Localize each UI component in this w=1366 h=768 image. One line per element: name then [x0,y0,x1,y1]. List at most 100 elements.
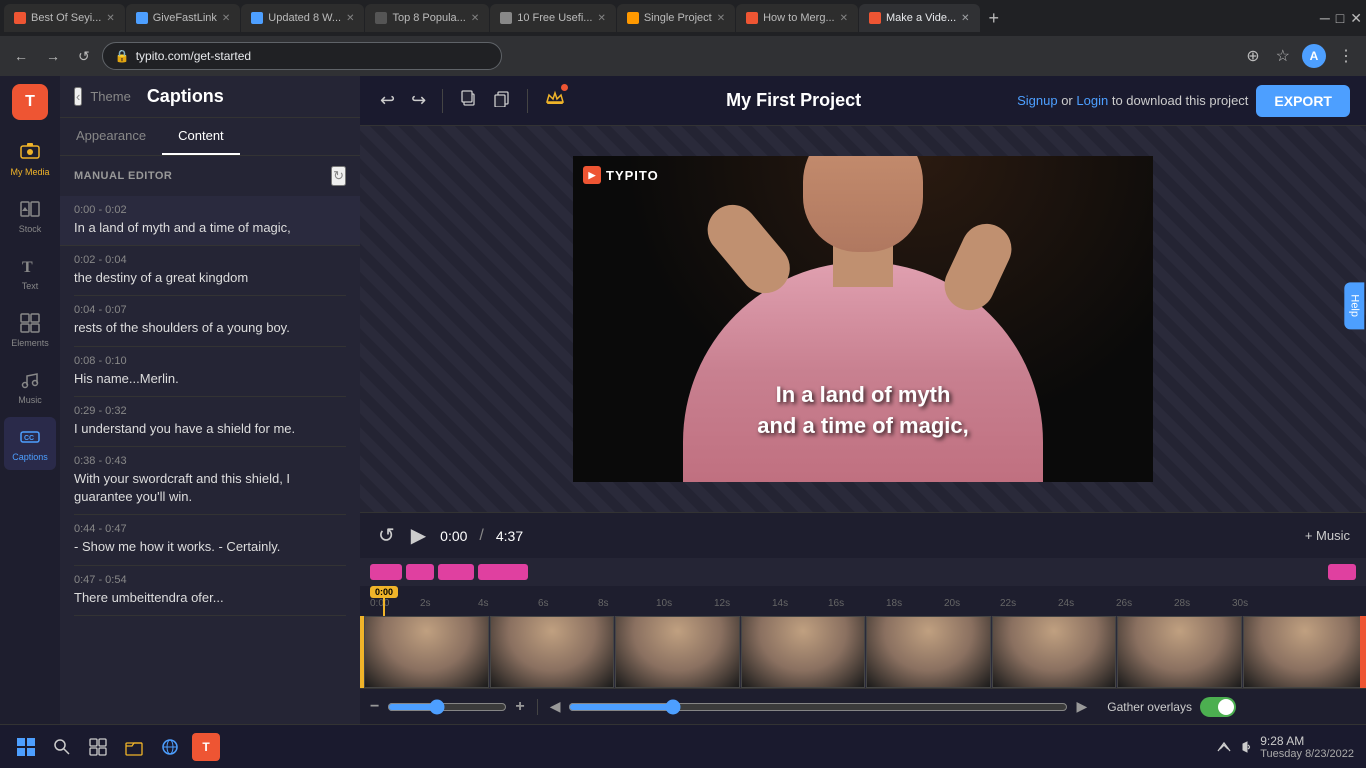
tab-close-3[interactable]: ✕ [346,13,354,24]
gather-overlays-toggle[interactable] [1200,697,1236,717]
tab-appearance[interactable]: Appearance [60,118,162,155]
tab-4[interactable]: Top 8 Popula... ✕ [365,4,489,32]
thumb-1[interactable] [364,616,489,688]
restart-button[interactable]: ↺ [376,521,397,550]
back-to-theme-button[interactable]: ‹ [74,87,82,106]
sidebar-item-stock[interactable]: Stock [4,189,56,242]
thumb-3[interactable] [615,616,740,688]
minimize-button[interactable]: ─ [1320,10,1330,27]
clip-bar-2[interactable] [406,564,434,580]
thumb-5[interactable] [866,616,991,688]
thumb-7[interactable] [1117,616,1242,688]
tab-close-4[interactable]: ✕ [471,13,479,24]
menu-button[interactable]: ⋮ [1334,44,1358,68]
tab-close-8[interactable]: ✕ [961,13,969,24]
app-logo[interactable]: T [12,84,48,120]
sidebar-item-music[interactable]: Music [4,360,56,413]
thumb-6[interactable] [992,616,1117,688]
sidebar-item-elements[interactable]: Elements [4,303,56,356]
clip-bar-4[interactable] [478,564,528,580]
login-link[interactable]: Login [1076,93,1108,108]
time-marker-26s: 26s [1116,598,1132,609]
caption-item-5[interactable]: 0:38 - 0:43 With your swordcraft and thi… [74,447,346,515]
tab-close-1[interactable]: ✕ [106,13,114,24]
help-tab[interactable]: Help [1345,282,1365,329]
timeline-clips-row [360,558,1366,586]
caption-item-2[interactable]: 0:04 - 0:07 rests of the shoulders of a … [74,296,346,346]
profile-button[interactable]: A [1302,44,1326,68]
nav-bar: ← → ↺ 🔒 typito.com/get-started ⊕ ☆ A ⋮ [0,36,1366,76]
extensions-button[interactable]: ⊕ [1242,44,1263,68]
caption-item-7[interactable]: 0:47 - 0:54 There umbeittendra ofer... [74,566,346,616]
explorer-taskbar-button[interactable] [120,733,148,761]
clip-bar-3[interactable] [438,564,474,580]
toolbar-separator-2 [527,89,528,113]
tab-1[interactable]: Best Of Seyi... ✕ [4,4,125,32]
caption-item-3[interactable]: 0:08 - 0:10 His name...Merlin. [74,347,346,397]
caption-item-0[interactable]: 0:00 - 0:02 In a land of myth and a time… [60,196,360,246]
browser-taskbar-button[interactable] [156,733,184,761]
refresh-nav-button[interactable]: ↺ [72,44,96,69]
redo-button[interactable]: ↪ [407,86,430,115]
search-taskbar-button[interactable] [48,733,76,761]
paste-button[interactable] [489,85,515,116]
clip-bar-1[interactable] [370,564,402,580]
zoom-slider[interactable] [387,699,507,715]
play-button[interactable]: ▶ [409,521,428,550]
export-button[interactable]: EXPORT [1256,85,1350,117]
thumb-4[interactable] [741,616,866,688]
tab-7[interactable]: How to Merg... ✕ [736,4,858,32]
tab-5[interactable]: 10 Free Usefi... ✕ [490,4,616,32]
tab-content[interactable]: Content [162,118,240,155]
tab-close-7[interactable]: ✕ [840,13,848,24]
sidebar-item-captions[interactable]: CC Captions [4,417,56,470]
tab-close-6[interactable]: ✕ [717,13,725,24]
caption-item-1[interactable]: 0:02 - 0:04 the destiny of a great kingd… [74,246,346,296]
caption-item-6[interactable]: 0:44 - 0:47 - Show me how it works. - Ce… [74,515,346,565]
playhead-line [383,598,385,616]
sidebar-item-text[interactable]: T Text [4,246,56,299]
tab-8-active[interactable]: Make a Vide... ✕ [859,4,980,32]
bookmark-button[interactable]: ☆ [1272,44,1294,68]
thumb-8[interactable] [1243,616,1361,688]
task-view-button[interactable] [84,733,112,761]
zoom-out-button[interactable]: − [370,698,379,716]
caption-item-4[interactable]: 0:29 - 0:32 I understand you have a shie… [74,397,346,447]
tab-close-2[interactable]: ✕ [222,13,230,24]
copy-button[interactable] [455,85,481,116]
scroll-right-button[interactable]: ▶ [1076,698,1087,715]
caption-text-5: With your swordcraft and this shield, I … [74,470,346,506]
time-marker-28s: 28s [1174,598,1190,609]
timeline-scroll-bar[interactable] [568,699,1068,715]
main-header: ↩ ↪ My First Project Signup [360,76,1366,126]
refresh-captions-button[interactable]: ↻ [331,166,346,186]
tab-6[interactable]: Single Project ✕ [617,4,735,32]
thumb-2[interactable] [490,616,615,688]
caption-time-3: 0:08 - 0:10 [74,355,346,367]
video-caption-line1: In a land of myth [573,380,1153,411]
tab-close-5[interactable]: ✕ [597,13,605,24]
time-marker-14s: 14s [772,598,788,609]
tab-3[interactable]: Updated 8 W... ✕ [241,4,364,32]
add-music-button[interactable]: + Music [1305,528,1350,543]
back-nav-button[interactable]: ← [8,44,34,68]
signup-link[interactable]: Signup [1017,93,1057,108]
undo-button[interactable]: ↩ [376,86,399,115]
typito-watermark-text: TYPITO [606,168,659,183]
sidebar-item-my-media[interactable]: My Media [4,132,56,185]
forward-nav-button[interactable]: → [40,44,66,68]
maximize-button[interactable]: □ [1336,10,1344,27]
caption-time-2: 0:04 - 0:07 [74,304,346,316]
zoom-in-button[interactable]: + [515,698,524,716]
address-bar[interactable]: 🔒 typito.com/get-started [102,42,502,70]
new-tab-button[interactable]: + [981,8,1008,29]
time-marker-8s: 8s [598,598,609,609]
start-button[interactable] [12,733,40,761]
crown-button[interactable] [540,83,570,118]
close-button[interactable]: ✕ [1350,10,1362,27]
clip-bar-end[interactable] [1328,564,1356,580]
tab-2[interactable]: GiveFastLink ✕ [126,4,241,32]
typito-taskbar-button[interactable]: T [192,733,220,761]
scroll-left-button[interactable]: ◀ [550,698,561,715]
time-marker-18s: 18s [886,598,902,609]
